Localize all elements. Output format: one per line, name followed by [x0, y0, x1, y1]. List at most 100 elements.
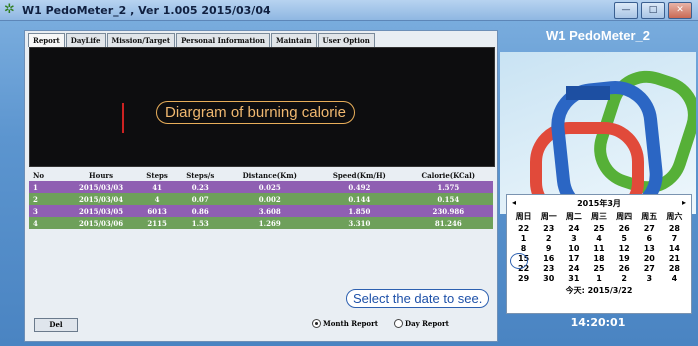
window-controls: — □ ✕ [614, 2, 692, 19]
radio-unselected-icon [394, 319, 403, 328]
calendar-day[interactable]: 26 [612, 264, 637, 273]
calendar-day[interactable]: 2 [536, 234, 561, 243]
calendar-day[interactable]: 3 [637, 274, 662, 283]
calendar-day[interactable]: 4 [586, 234, 611, 243]
calendar-day[interactable]: 22 [511, 224, 536, 233]
tab-daylife[interactable]: DayLife [65, 33, 106, 47]
table-row[interactable]: 1 2015/03/03 41 0.23 0.025 0.492 1.575 [29, 181, 493, 193]
month-report-label: Month Report [323, 319, 379, 328]
next-month-icon[interactable]: ▸ [682, 198, 686, 209]
cell-hours: 2015/03/04 [64, 193, 139, 205]
window-title: W1 PedoMeter_2 , Ver 1.005 2015/03/04 [22, 3, 271, 17]
calendar-day[interactable]: 11 [586, 244, 611, 253]
calendar-day[interactable]: 29 [511, 274, 536, 283]
cell-speed: 3.310 [315, 217, 404, 229]
tab-maintain[interactable]: Maintain [270, 33, 317, 47]
calendar-day[interactable]: 23 [536, 264, 561, 273]
tab-mission-target[interactable]: Mission/Target [106, 33, 176, 47]
calendar-day[interactable]: 16 [536, 254, 561, 263]
calendar-day[interactable]: 3 [561, 234, 586, 243]
calendar-day[interactable]: 1 [586, 274, 611, 283]
cell-speed: 0.144 [315, 193, 404, 205]
cell-no: 4 [29, 217, 64, 229]
calendar-day[interactable]: 18 [586, 254, 611, 263]
calendar-day[interactable]: 28 [662, 264, 687, 273]
maximize-button[interactable]: □ [641, 2, 665, 19]
cell-no: 3 [29, 205, 64, 217]
cell-hours: 2015/03/05 [64, 205, 139, 217]
calendar-day[interactable]: 24 [561, 224, 586, 233]
calendar-day[interactable]: 27 [637, 264, 662, 273]
cell-distance: 0.025 [224, 181, 316, 193]
calendar-day[interactable]: 21 [662, 254, 687, 263]
chart-bar [122, 103, 124, 133]
calendar-day[interactable]: 1 [511, 234, 536, 243]
table-row[interactable]: 3 2015/03/05 6013 0.86 3.608 1.850 230.9… [29, 205, 493, 217]
close-button[interactable]: ✕ [668, 2, 692, 19]
col-steps-per-s: Steps/s [186, 170, 215, 180]
calendar-day[interactable]: 26 [612, 224, 637, 233]
table-header-row: No Hours Steps Steps/s Distance(Km) Spee… [29, 169, 493, 181]
weekday-label: 周四 [616, 212, 633, 221]
cell-steps: 2115 [138, 217, 177, 229]
col-calorie: Calorie(KCal) [421, 170, 476, 180]
table-row[interactable]: 2 2015/03/04 4 0.07 0.002 0.144 0.154 [29, 193, 493, 205]
calendar-day[interactable]: 23 [536, 224, 561, 233]
tab-strip: Report DayLife Mission/Target Personal I… [28, 33, 376, 47]
calendar-day[interactable]: 28 [662, 224, 687, 233]
calendar-day[interactable]: 4 [662, 274, 687, 283]
day-report-radio[interactable]: Day Report [394, 319, 449, 328]
cell-hours: 2015/03/06 [64, 217, 139, 229]
clock: 14:20:01 [570, 316, 626, 329]
calendar-day[interactable]: 20 [637, 254, 662, 263]
calendar-day[interactable]: 8 [511, 244, 536, 253]
calendar-day[interactable]: 14 [662, 244, 687, 253]
calendar-day[interactable]: 12 [612, 244, 637, 253]
col-no: No [33, 170, 45, 180]
weekday-label: 周二 [565, 212, 582, 221]
calendar-day[interactable]: 25 [586, 264, 611, 273]
calendar-day[interactable]: 27 [637, 224, 662, 233]
calendar-day[interactable]: 5 [612, 234, 637, 243]
calendar-day[interactable]: 13 [637, 244, 662, 253]
col-speed: Speed(Km/H) [332, 170, 386, 180]
calendar-day[interactable]: 2 [612, 274, 637, 283]
tab-personal-information[interactable]: Personal Information [176, 33, 270, 47]
cell-distance: 1.269 [224, 217, 316, 229]
tab-report[interactable]: Report [28, 33, 65, 47]
handwritten-circle [510, 253, 528, 269]
minimize-button[interactable]: — [614, 2, 638, 19]
calendar: ◂ 2015年3月 ▸ 周日 周一 周二 周三 周四 周五 周六 22 23 24 2… [506, 194, 692, 314]
calendar-day[interactable]: 31 [561, 274, 586, 283]
calendar-day[interactable]: 30 [536, 274, 561, 283]
tab-user-option[interactable]: User Option [317, 33, 375, 47]
cell-calorie: 0.154 [403, 193, 493, 205]
cell-steps: 4 [138, 193, 177, 205]
band-display-shape [566, 86, 610, 100]
col-hours: Hours [89, 170, 114, 180]
calendar-header: ◂ 2015年3月 ▸ [507, 195, 691, 209]
app-icon: ✲ [4, 2, 15, 17]
calendar-day[interactable]: 6 [637, 234, 662, 243]
calendar-day[interactable]: 9 [536, 244, 561, 253]
cell-hours: 2015/03/03 [64, 181, 139, 193]
prev-month-icon[interactable]: ◂ [512, 198, 516, 209]
weekday-label: 周三 [590, 212, 607, 221]
calendar-day[interactable]: 25 [586, 224, 611, 233]
cell-speed: 0.492 [315, 181, 404, 193]
calendar-today[interactable]: 今天: 2015/3/22 [507, 285, 691, 296]
chart-callout: Diargram of burning calorie [156, 101, 355, 124]
cell-no: 2 [29, 193, 64, 205]
calendar-day[interactable]: 10 [561, 244, 586, 253]
report-table: No Hours Steps Steps/s Distance(Km) Spee… [29, 169, 493, 229]
calendar-day[interactable]: 17 [561, 254, 586, 263]
calendar-day[interactable]: 24 [561, 264, 586, 273]
calendar-month: 2015年3月 [577, 199, 621, 208]
delete-button[interactable]: Del [34, 318, 78, 332]
calendar-day[interactable]: 7 [662, 234, 687, 243]
month-report-radio[interactable]: Month Report [312, 319, 378, 328]
calendar-days: 22 23 24 25 26 27 28 1 2 3 4 5 6 7 8 9 10 11 12 13 14 15 16 17 1… [507, 222, 691, 283]
cell-steps: 41 [138, 181, 177, 193]
calendar-day[interactable]: 19 [612, 254, 637, 263]
table-row[interactable]: 4 2015/03/06 2115 1.53 1.269 3.310 81.24… [29, 217, 493, 229]
